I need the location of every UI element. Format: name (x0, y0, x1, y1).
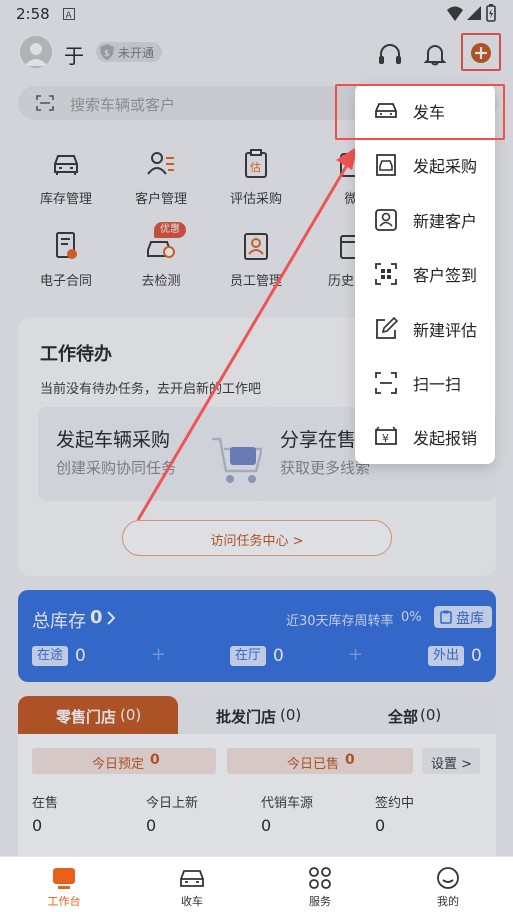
menu-item-scan[interactable]: 扫一扫 (355, 356, 495, 410)
menu-item-customer-checkin[interactable]: 客户签到 (355, 247, 495, 301)
grid-icon (309, 867, 331, 889)
tab-label: 我的 (437, 895, 459, 908)
menu-item-label: 发起采购 (413, 157, 478, 176)
customer-card-icon (375, 209, 397, 231)
tab-workbench[interactable]: 工作台 (0, 857, 128, 912)
qr-code-icon (375, 263, 397, 285)
menu-item-reimbursement[interactable]: ¥ 发起报销 (355, 410, 495, 464)
tab-me[interactable]: 我的 (384, 857, 512, 912)
smiley-icon (437, 867, 459, 889)
scan-icon (375, 372, 397, 394)
dispatch-highlight-box (335, 84, 505, 140)
add-dropdown-menu: 发车 发起采购 新建客户 客户签到 新建评估 扫一扫 ¥ 发起报销 (355, 84, 495, 464)
purchase-car-icon (376, 154, 396, 176)
tab-label: 服务 (309, 895, 331, 908)
menu-item-label: 发起报销 (413, 429, 478, 448)
edit-icon (376, 316, 399, 339)
menu-item-label: 新建评估 (413, 321, 478, 340)
menu-item-start-purchase[interactable]: 发起采购 (355, 138, 495, 192)
menu-item-label: 新建客户 (413, 212, 478, 231)
menu-item-label: 客户签到 (413, 266, 478, 285)
tab-services[interactable]: 服务 (256, 857, 384, 912)
workbench-icon (53, 868, 75, 889)
app-screen: 2:58 A 于 $ 未开通 搜索车辆或客户 库存管理 客户管理 估 评估采购 … (0, 0, 513, 912)
receipt-icon: ¥ (375, 426, 397, 445)
menu-item-new-appraisal[interactable]: 新建评估 (355, 302, 495, 356)
menu-item-new-customer[interactable]: 新建客户 (355, 193, 495, 247)
svg-text:¥: ¥ (382, 432, 389, 445)
tab-label: 收车 (181, 895, 203, 908)
menu-item-label: 扫一扫 (413, 375, 462, 394)
tab-label: 工作台 (47, 895, 81, 908)
car-icon (180, 870, 204, 887)
bottom-tab-bar: 工作台 收车 服务 我的 (0, 856, 513, 912)
tab-collect-car[interactable]: 收车 (128, 857, 256, 912)
